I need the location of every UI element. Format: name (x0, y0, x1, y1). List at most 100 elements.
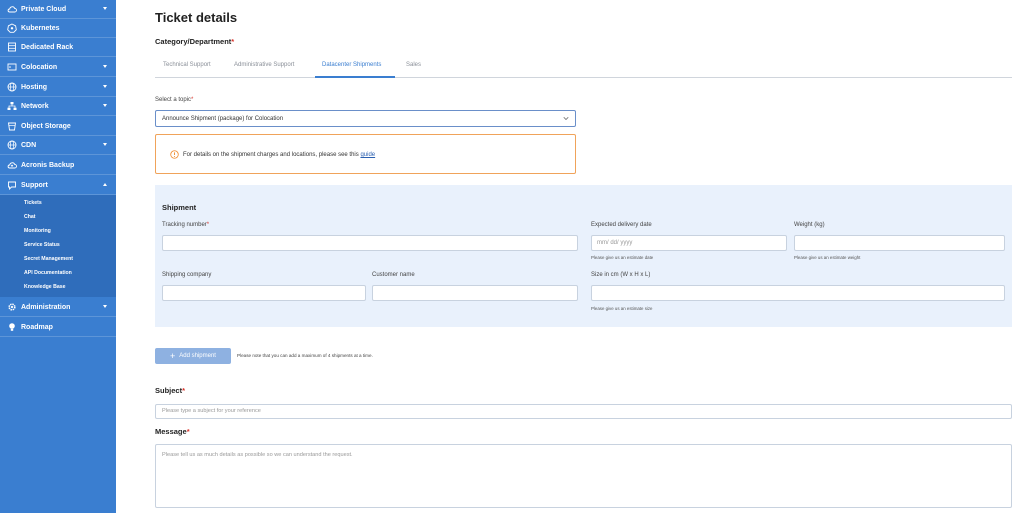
chevron-up-icon (103, 183, 107, 186)
shipment-title: Shipment (162, 203, 197, 212)
cloud-icon (7, 4, 17, 14)
submenu-item-knowledge-base[interactable]: Knowledge Base (24, 284, 66, 290)
delivery-date-placeholder: mm/ dd/ yyyy (597, 240, 633, 246)
sidebar-item-object-storage[interactable]: Object Storage (0, 117, 116, 136)
guide-link[interactable]: guide (360, 152, 375, 158)
delivery-hint: Please give us an estimate date (591, 255, 654, 260)
weight-hint: Please give us an estimate weight (794, 255, 861, 260)
category-heading: Category/Department* (155, 37, 234, 46)
size-label: Size in cm (W x H x L) (591, 272, 651, 278)
message-heading: Message* (155, 427, 190, 436)
network-icon (7, 101, 17, 111)
required-marker: * (186, 427, 190, 436)
chevron-down-icon (103, 143, 107, 146)
required-marker: * (182, 386, 186, 395)
category-tabs: Technical Support Administrative Support… (155, 58, 1012, 78)
category-label: Category/Department (155, 37, 232, 46)
info-icon (170, 150, 179, 159)
sidebar-item-dedicated-rack[interactable]: Dedicated Rack (0, 38, 116, 57)
sidebar-item-acronis-backup[interactable]: Acronis Backup (0, 156, 116, 175)
rack-icon (7, 62, 17, 72)
subject-heading: Subject* (155, 386, 185, 395)
required-marker: * (206, 222, 210, 228)
page-title: Ticket details (155, 10, 238, 25)
sidebar-item-administration[interactable]: Administration (0, 298, 116, 317)
shipment-limit-note: Please note that you can add a maximum o… (237, 353, 373, 358)
chevron-down-icon (103, 305, 107, 308)
company-label: Shipping company (162, 272, 212, 278)
tab-sales[interactable]: Sales (406, 62, 421, 68)
chevron-down-icon (563, 117, 569, 120)
submenu-item-api-documentation[interactable]: API Documentation (24, 270, 72, 276)
sidebar-item-label: Object Storage (21, 122, 71, 130)
sidebar-item-label: Private Cloud (21, 5, 67, 13)
submenu-item-tickets[interactable]: Tickets (24, 200, 42, 206)
delivery-date-input[interactable]: mm/ dd/ yyyy (591, 235, 787, 251)
sidebar-item-label: Colocation (21, 63, 58, 71)
message-label: Message (155, 427, 187, 436)
message-placeholder: Please tell us as much details as possib… (162, 452, 353, 458)
notice-text-row: For details on the shipment charges and … (183, 152, 375, 158)
sidebar-item-private-cloud[interactable]: Private Cloud (0, 0, 116, 19)
tab-administrative-support[interactable]: Administrative Support (234, 62, 294, 68)
tab-datacenter-shipments[interactable]: Datacenter Shipments (322, 62, 381, 68)
plus-icon: + (170, 350, 176, 361)
notice-text: For details on the shipment charges and … (183, 152, 361, 158)
submenu-item-monitoring[interactable]: Monitoring (24, 228, 51, 234)
topic-select[interactable]: Announce Shipment (package) for Colocati… (155, 110, 576, 127)
sidebar-item-label: Network (21, 102, 49, 110)
shipping-company-input[interactable] (162, 285, 366, 301)
required-marker: * (191, 97, 194, 103)
customer-name-input[interactable] (372, 285, 578, 301)
kubernetes-icon (7, 23, 17, 33)
size-input[interactable] (591, 285, 1005, 301)
sidebar-item-label: Roadmap (21, 323, 53, 331)
tracking-label: Tracking number (162, 222, 207, 228)
server-icon (7, 42, 17, 52)
sidebar-item-label: CDN (21, 141, 37, 149)
subject-placeholder: Please type a subject for your reference (162, 408, 261, 414)
subject-input[interactable]: Please type a subject for your reference (155, 404, 1012, 419)
sidebar-item-roadmap[interactable]: Roadmap (0, 318, 116, 337)
cloud-backup-icon (7, 160, 17, 170)
required-marker: * (231, 37, 235, 46)
message-textarea[interactable]: Please tell us as much details as possib… (155, 444, 1012, 508)
tracking-number-input[interactable] (162, 235, 578, 251)
lightbulb-icon (7, 322, 17, 332)
size-hint: Please give us an estimate size (591, 306, 653, 311)
sidebar-item-label: Acronis Backup (21, 161, 75, 169)
active-tab-indicator (315, 76, 395, 78)
support-icon (7, 180, 17, 190)
sidebar-item-label: Support (21, 181, 48, 189)
sidebar-item-colocation[interactable]: Colocation (0, 58, 116, 77)
globe-icon (7, 140, 17, 150)
sidebar-item-hosting[interactable]: Hosting (0, 78, 116, 97)
topic-label-row: Select a topic* (155, 97, 193, 103)
submenu-item-secret-management[interactable]: Secret Management (24, 256, 73, 262)
gear-icon (7, 302, 17, 312)
sidebar-item-label: Administration (21, 303, 71, 311)
sidebar-item-label: Dedicated Rack (21, 43, 74, 51)
chevron-down-icon (103, 85, 107, 88)
sidebar-item-cdn[interactable]: CDN (0, 136, 116, 155)
sidebar-item-kubernetes[interactable]: Kubernetes (0, 19, 116, 38)
globe-icon (7, 82, 17, 92)
add-shipment-button[interactable]: + Add shipment (155, 348, 231, 364)
sidebar: Private Cloud Kubernetes Dedicated Rack … (0, 0, 116, 513)
weight-input[interactable] (794, 235, 1005, 251)
submenu-item-chat[interactable]: Chat (24, 214, 36, 220)
sidebar-item-support[interactable]: Support (0, 176, 116, 195)
weight-label: Weight (kg) (794, 222, 825, 228)
support-submenu: Tickets Chat Monitoring Service Status S… (0, 195, 116, 297)
customer-label: Customer name (372, 272, 415, 278)
submenu-item-service-status[interactable]: Service Status (24, 242, 60, 248)
bucket-icon (7, 121, 17, 131)
chevron-down-icon (103, 7, 107, 10)
chevron-down-icon (103, 65, 107, 68)
topic-label: Select a topic (155, 97, 192, 103)
tracking-label-row: Tracking number* (162, 222, 209, 228)
shipment-notice: For details on the shipment charges and … (155, 134, 576, 174)
sidebar-item-network[interactable]: Network (0, 97, 116, 116)
sidebar-item-label: Hosting (21, 83, 48, 91)
tab-technical-support[interactable]: Technical Support (163, 62, 211, 68)
